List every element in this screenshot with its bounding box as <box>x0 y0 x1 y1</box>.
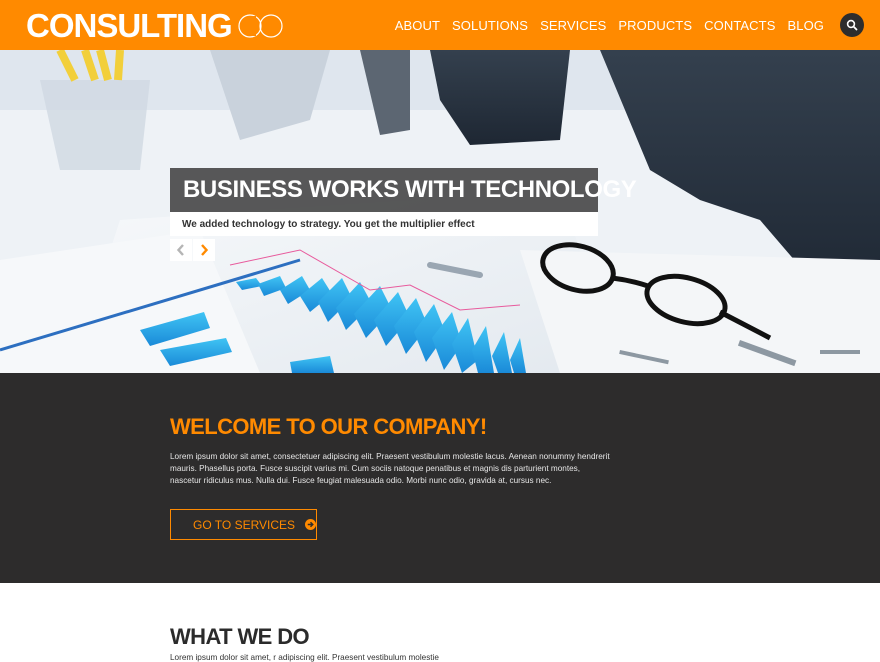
nav-products[interactable]: PRODUCTS <box>618 18 692 33</box>
what-we-do-text: Lorem ipsum dolor sit amet, r adipiscing… <box>170 653 439 662</box>
slider-controls <box>170 239 215 261</box>
hero-subtitle-box: We added technology to strategy. You get… <box>170 212 598 236</box>
what-we-do-section: WHAT WE DO Lorem ipsum dolor sit amet, r… <box>0 583 880 662</box>
search-icon <box>846 19 858 31</box>
nav-about[interactable]: ABOUT <box>395 18 440 33</box>
welcome-title: WELCOME TO OUR COMPANY! <box>170 414 487 439</box>
hero-title-box: BUSINESS WORKS WITH TECHNOLOGY <box>170 168 637 212</box>
site-header: CONSULTING ABOUT SOLUTIONS SERVICES PROD… <box>0 0 880 50</box>
logo-co-outline <box>238 14 283 38</box>
nav-blog[interactable]: BLOG <box>787 18 824 33</box>
hero-slider: BUSINESS WORKS WITH TECHNOLOGY We added … <box>0 50 880 373</box>
cta-label: GO TO SERVICES <box>193 517 296 532</box>
welcome-section: WELCOME TO OUR COMPANY! Lorem ipsum dolo… <box>0 373 880 583</box>
nav-contacts[interactable]: CONTACTS <box>704 18 775 33</box>
logo-suffix <box>238 12 284 40</box>
hero-title: BUSINESS WORKS WITH TECHNOLOGY <box>183 176 637 203</box>
slider-next-button[interactable] <box>193 239 215 261</box>
what-we-do-title: WHAT WE DO <box>170 624 310 649</box>
chevron-right-icon <box>201 244 209 256</box>
arrow-circle-right-icon <box>305 519 317 530</box>
search-button[interactable] <box>840 13 864 37</box>
welcome-text: Lorem ipsum dolor sit amet, consectetuer… <box>170 452 610 485</box>
nav-services[interactable]: SERVICES <box>540 18 606 33</box>
logo-text: CONSULTING <box>26 7 233 44</box>
go-to-services-button[interactable]: GO TO SERVICES <box>170 509 317 540</box>
hero-subtitle: We added technology to strategy. You get… <box>182 218 475 230</box>
nav-solutions[interactable]: SOLUTIONS <box>452 18 528 33</box>
slider-prev-button[interactable] <box>170 239 192 261</box>
main-nav: ABOUT SOLUTIONS SERVICES PRODUCTS CONTAC… <box>383 0 824 50</box>
chevron-left-icon <box>176 244 184 256</box>
logo[interactable]: CONSULTING <box>26 6 284 46</box>
